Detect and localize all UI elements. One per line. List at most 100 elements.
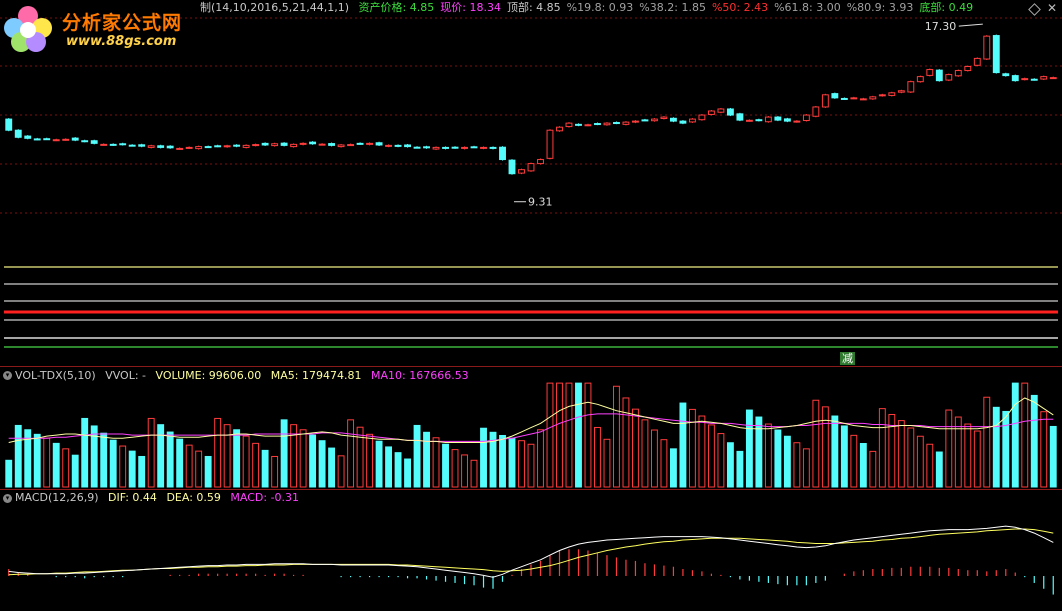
candle-body [556,126,563,132]
candle-body [52,139,60,142]
candle-body [385,144,393,147]
macd-panel[interactable]: ▾ MACD(12,26,9) DIF: 0.44 DEA: 0.59 MACD… [0,490,1062,611]
macd-chart[interactable] [0,490,1062,611]
volume-bar [1030,394,1038,488]
candle-body [24,135,32,139]
volume-bar [850,434,858,488]
price-indicator-item: 底部: 0.49 [919,1,974,14]
candle-body [423,146,430,149]
candle-body [613,122,620,125]
high-price-pointer [958,23,983,27]
volume-bar [204,455,212,488]
volume-bar [641,419,649,488]
volume-bar [736,450,744,488]
volume-bar [5,459,13,488]
price-indicator-item: %50: 2.43 [711,1,769,14]
candle-body [347,144,355,147]
vvol-value: VVOL: - [105,369,147,382]
volume-bar [717,433,725,488]
price-indicator-values: 资产价格: 4.85 现价: 18.34 顶部: 4.85 %19.8: 0.93 %3… [359,1,980,14]
volume-bar [508,437,516,488]
candle-body [688,118,696,123]
macd-pane-menu-icon[interactable]: ▾ [3,494,12,503]
volume-bar [954,416,962,488]
candle-body [859,98,867,101]
candle-body [43,138,51,141]
volume-panel[interactable]: ▾ VOL-TDX(5,10) VVOL: - VOLUME: 99606.00… [0,367,1062,489]
price-panel[interactable]: 17.30 9.31 分析家公式网 www.88gs.com 制(14,10,20… [0,0,1062,365]
volume-bar [565,382,573,488]
price-indicator-item: %80.9: 3.93 [846,1,914,14]
candle-body [935,69,943,82]
candle-body [128,144,136,147]
candle-body [499,146,506,161]
volume-bar [423,431,430,488]
formula-name: 制(14,10,2016,5,21,44,1,1) [200,1,350,14]
volume-bar [1002,410,1010,488]
candle-body [745,119,753,122]
volume-ma5-line [8,397,1054,443]
volume-bar [185,444,193,488]
volume-chart[interactable] [0,367,1062,489]
candle-body [783,118,791,122]
volume-bar [242,435,250,488]
volume-bar [90,425,98,488]
candle-body [271,143,279,147]
candle-body [119,143,127,146]
candle-body [81,140,89,143]
ma10-value: MA10: 167666.53 [370,369,469,382]
candle-body [603,122,611,126]
price-indicator-item: %19.8: 0.93 [566,1,634,14]
candle-body [992,35,1000,74]
volume-bar [62,448,70,488]
candle-body [907,81,915,93]
volume-bar [100,432,108,488]
volume-bar [432,437,440,488]
volume-pane-menu-icon[interactable]: ▾ [3,371,12,380]
volume-bar [945,409,953,488]
candle-body [318,143,326,146]
flower-logo-icon [4,6,52,52]
price-chart[interactable]: 17.30 9.31 [0,0,1062,365]
volume-bar [1040,411,1048,488]
volume-bar [669,448,677,488]
price-indicator-item: 顶部: 4.85 [506,1,561,14]
candle-body [888,92,896,96]
price-indicator-item: 现价: 18.34 [440,1,501,14]
candle-body [195,146,203,150]
close-icon[interactable]: ✕ [1047,1,1057,15]
volume-bar [470,459,478,488]
candle-body [707,110,715,115]
volume-bar [356,426,364,488]
candle-body [432,146,440,150]
volume-bar [309,434,317,488]
volume-value: VOLUME: 99606.00 [155,369,262,382]
volume-bar [660,439,668,488]
volume-bar [109,439,117,488]
candle-body [233,144,241,147]
volume-bar [783,435,791,488]
volume-bar [52,442,60,488]
volume-bar [81,417,89,488]
candle-body [451,146,459,149]
candle-body [480,146,487,149]
candle-body [518,169,525,174]
volume-bar [375,440,383,488]
volume-bar [413,424,421,488]
volume-bar [973,430,981,488]
volume-bar [603,438,611,488]
volume-bar [869,450,877,488]
candle-body [109,143,117,146]
volume-bar [299,429,307,488]
candle-body [90,140,98,144]
candle-body [214,145,222,148]
price-indicator-item: 资产价格: 4.85 [358,1,435,14]
candle-body [1011,75,1019,82]
volume-indicator-header: VOL-TDX(5,10) VVOL: - VOLUME: 99606.00 M… [15,368,475,384]
candle-body [878,94,886,97]
candle-body [755,119,763,122]
volume-bar [385,446,393,488]
volume-bar [992,406,1000,488]
candle-body [594,123,601,126]
candle-body [328,143,336,146]
